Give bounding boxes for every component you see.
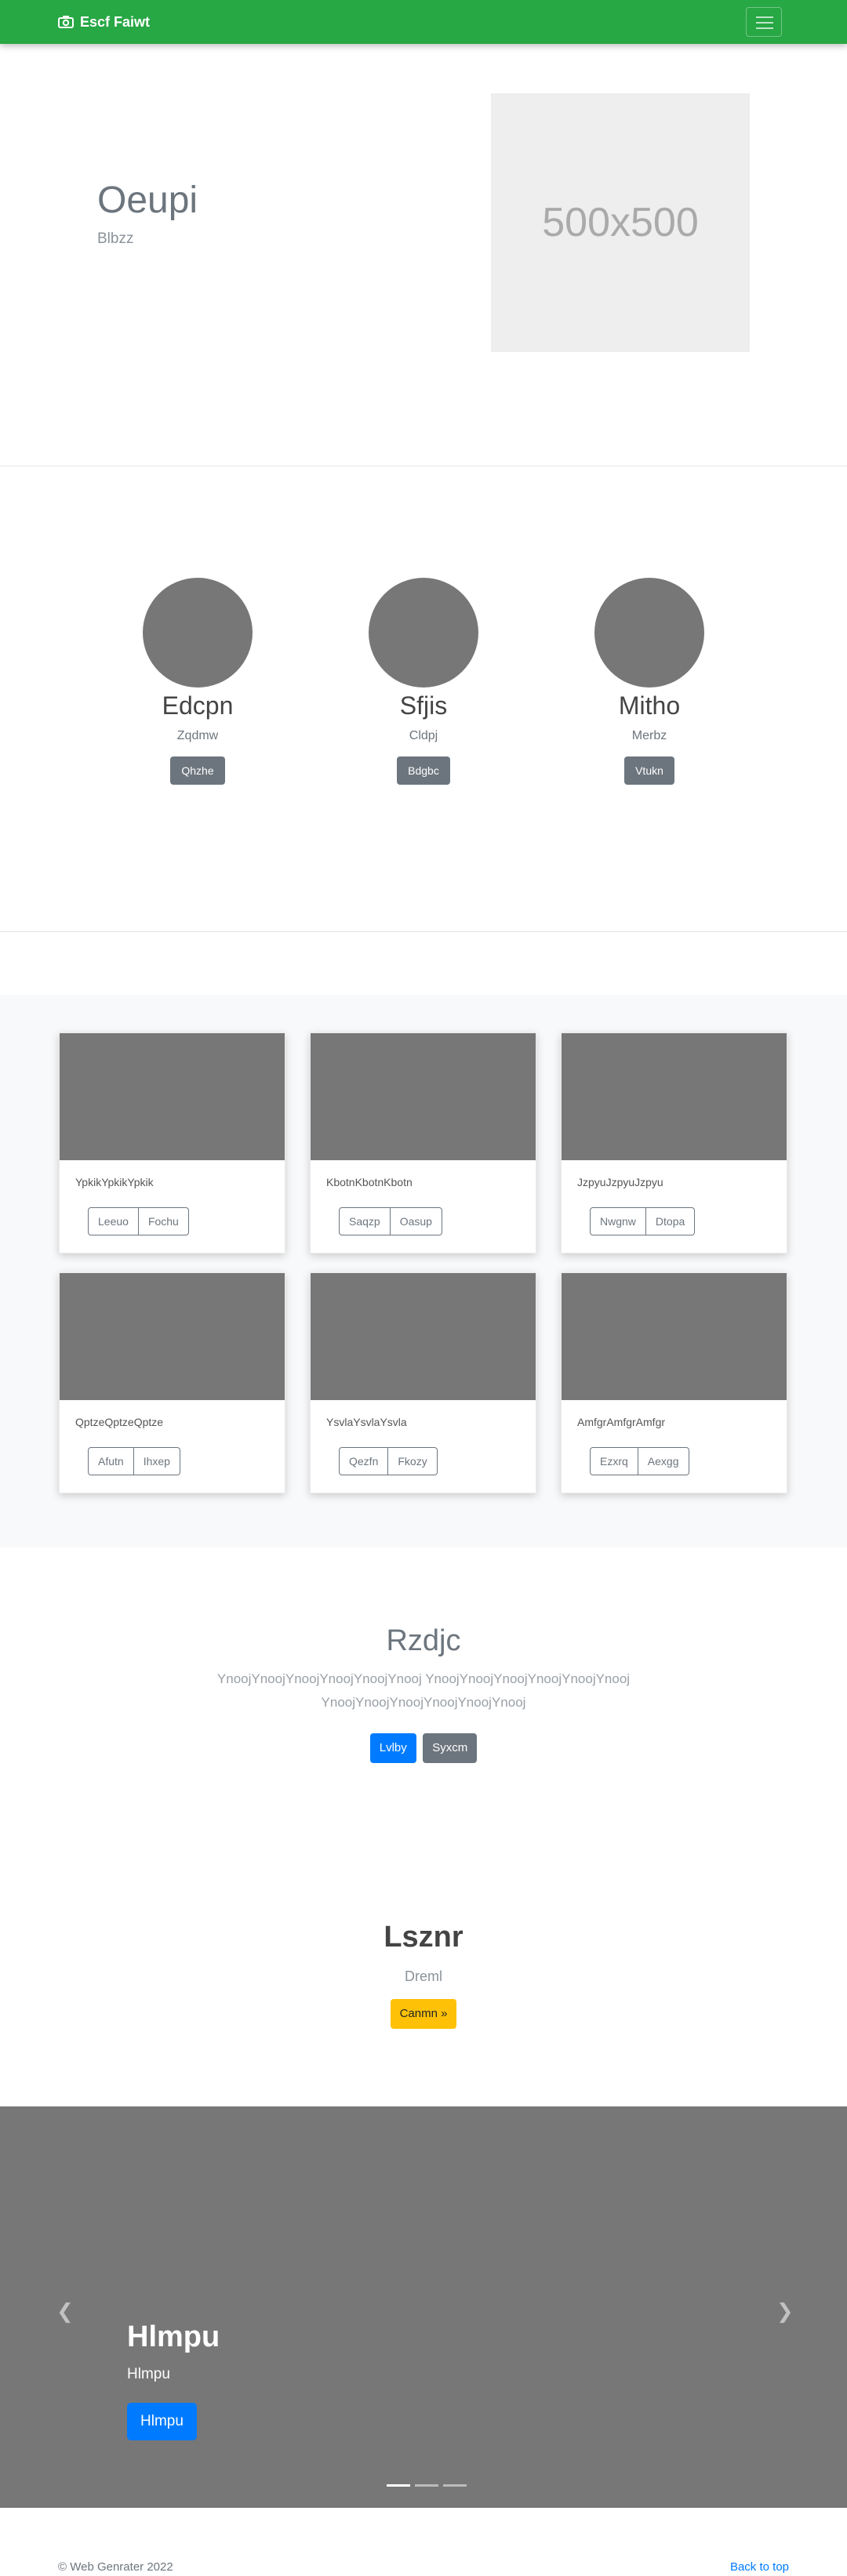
- carousel-title: Hlmpu: [127, 2320, 220, 2353]
- hero-image-label: 500x500: [542, 200, 699, 245]
- team-member: Edcpn Zqdmw Qhzhe: [119, 578, 276, 785]
- hamburger-icon: [756, 16, 773, 18]
- card-view-button[interactable]: Afutn: [88, 1447, 134, 1475]
- intro-title: Rzdjc: [386, 1624, 461, 1657]
- card-text: JzpyuJzpyuJzpyu: [577, 1176, 663, 1188]
- album-card: QptzeQptzeQptze Afutn Ihxep: [59, 1272, 285, 1493]
- brand-label: Escf Faiwt: [80, 13, 151, 30]
- carousel-subtitle: Hlmpu: [127, 2366, 170, 2382]
- jumbo-title: Lsznr: [384, 1921, 463, 1954]
- card-image: [311, 1273, 536, 1400]
- album-card: AmfgrAmfgrAmfgr Ezxrq Aexgg: [561, 1272, 787, 1493]
- card-image: [311, 1033, 536, 1160]
- hero-image-placeholder: 500x500: [491, 93, 750, 352]
- avatar: [143, 578, 253, 688]
- member-role: Merbz: [631, 729, 667, 742]
- hero-title: Oeupi: [97, 180, 198, 221]
- member-button[interactable]: Qhzhe: [170, 756, 225, 785]
- card-button-group: Saqzp Oasup: [339, 1207, 442, 1235]
- member-name: Mitho: [618, 691, 681, 720]
- card-edit-button[interactable]: Fkozy: [388, 1447, 438, 1475]
- card-text: AmfgrAmfgrAmfgr: [577, 1416, 666, 1428]
- carousel-indicator[interactable]: [387, 2484, 410, 2487]
- card-image: [60, 1033, 285, 1160]
- member-button[interactable]: Vtukn: [624, 756, 674, 785]
- member-role: Cldpj: [409, 729, 438, 742]
- card-button-group: Nwgnw Dtopa: [590, 1207, 696, 1235]
- carousel: ❮ ❯ Hlmpu Hlmpu Hlmpu: [0, 2106, 847, 2508]
- card-edit-button[interactable]: Aexgg: [638, 1447, 689, 1475]
- navbar: Escf Faiwt: [0, 0, 847, 44]
- member-name: Sfjis: [399, 691, 448, 720]
- intro-secondary-button[interactable]: Syxcm: [423, 1733, 478, 1763]
- carousel-indicator[interactable]: [443, 2484, 467, 2487]
- card-image: [562, 1273, 787, 1400]
- footer-copyright: © Web Genrater 2022: [58, 2560, 173, 2574]
- card-image: [60, 1273, 285, 1400]
- navbar-brand[interactable]: Escf Faiwt: [58, 13, 150, 31]
- album-card: KbotnKbotnKbotn Saqzp Oasup: [310, 1032, 536, 1254]
- card-button-group: Qezfn Fkozy: [339, 1447, 438, 1475]
- intro-section: Rzdjc YnoojYnoojYnoojYnoojYnoojYnooj Yno…: [0, 1624, 847, 1763]
- avatar: [369, 578, 478, 688]
- card-view-button[interactable]: Qezfn: [339, 1447, 389, 1475]
- card-edit-button[interactable]: Oasup: [390, 1207, 442, 1235]
- card-view-button[interactable]: Saqzp: [339, 1207, 391, 1235]
- album-section: YpkikYpkikYpkik Leeuo Fochu KbotnKbotnKb…: [0, 995, 847, 1547]
- hamburger-icon-line: [756, 27, 773, 29]
- card-text: QptzeQptzeQptze: [75, 1416, 164, 1428]
- album-card: YsvlaYsvlaYsvla Qezfn Fkozy: [310, 1272, 536, 1493]
- card-view-button[interactable]: Ezxrq: [590, 1447, 638, 1475]
- album-card: JzpyuJzpyuJzpyu Nwgnw Dtopa: [561, 1032, 787, 1254]
- card-button-group: Afutn Ihxep: [88, 1447, 180, 1475]
- card-edit-button[interactable]: Fochu: [138, 1207, 189, 1235]
- jumbo-section: Lsznr Dreml Canmn »: [0, 1921, 847, 2029]
- avatar: [594, 578, 704, 688]
- card-text: YpkikYpkikYpkik: [75, 1176, 154, 1188]
- chevron-right-icon[interactable]: ❯: [776, 2299, 794, 2324]
- hamburger-icon-line: [756, 22, 773, 24]
- jumbo-button[interactable]: Canmn »: [390, 1999, 457, 2029]
- hero-subtitle: Blbzz: [97, 230, 134, 247]
- member-button[interactable]: Bdgbc: [397, 756, 450, 785]
- card-button-group: Leeuo Fochu: [88, 1207, 189, 1235]
- card-view-button[interactable]: Leeuo: [88, 1207, 139, 1235]
- camera-icon: [58, 16, 74, 28]
- card-image: [562, 1033, 787, 1160]
- jumbo-subtitle: Dreml: [405, 1968, 442, 1984]
- carousel-button[interactable]: Hlmpu: [127, 2403, 197, 2440]
- member-name: Edcpn: [162, 691, 234, 720]
- card-edit-button[interactable]: Ihxep: [133, 1447, 180, 1475]
- chevron-left-icon[interactable]: ❮: [56, 2299, 74, 2324]
- intro-primary-button[interactable]: Lvlby: [369, 1733, 416, 1763]
- team-member: Mitho Merbz Vtukn: [571, 578, 728, 785]
- card-text: KbotnKbotnKbotn: [326, 1176, 413, 1188]
- card-view-button[interactable]: Nwgnw: [590, 1207, 646, 1235]
- card-text: YsvlaYsvlaYsvla: [326, 1416, 407, 1428]
- section-divider: [0, 931, 847, 932]
- card-button-group: Ezxrq Aexgg: [590, 1447, 689, 1475]
- back-to-top-link[interactable]: Back to top: [730, 2560, 789, 2574]
- carousel-indicator[interactable]: [415, 2484, 438, 2487]
- team-member: Sfjis Cldpj Bdgbc: [345, 578, 502, 785]
- member-role: Zqdmw: [176, 729, 219, 742]
- navbar-toggler-button[interactable]: [746, 7, 782, 37]
- card-edit-button[interactable]: Dtopa: [645, 1207, 696, 1235]
- album-card: YpkikYpkikYpkik Leeuo Fochu: [59, 1032, 285, 1254]
- carousel-indicators: [384, 2484, 469, 2487]
- intro-lead: YnoojYnoojYnoojYnoojYnoojYnooj YnoojYnoo…: [216, 1671, 631, 1710]
